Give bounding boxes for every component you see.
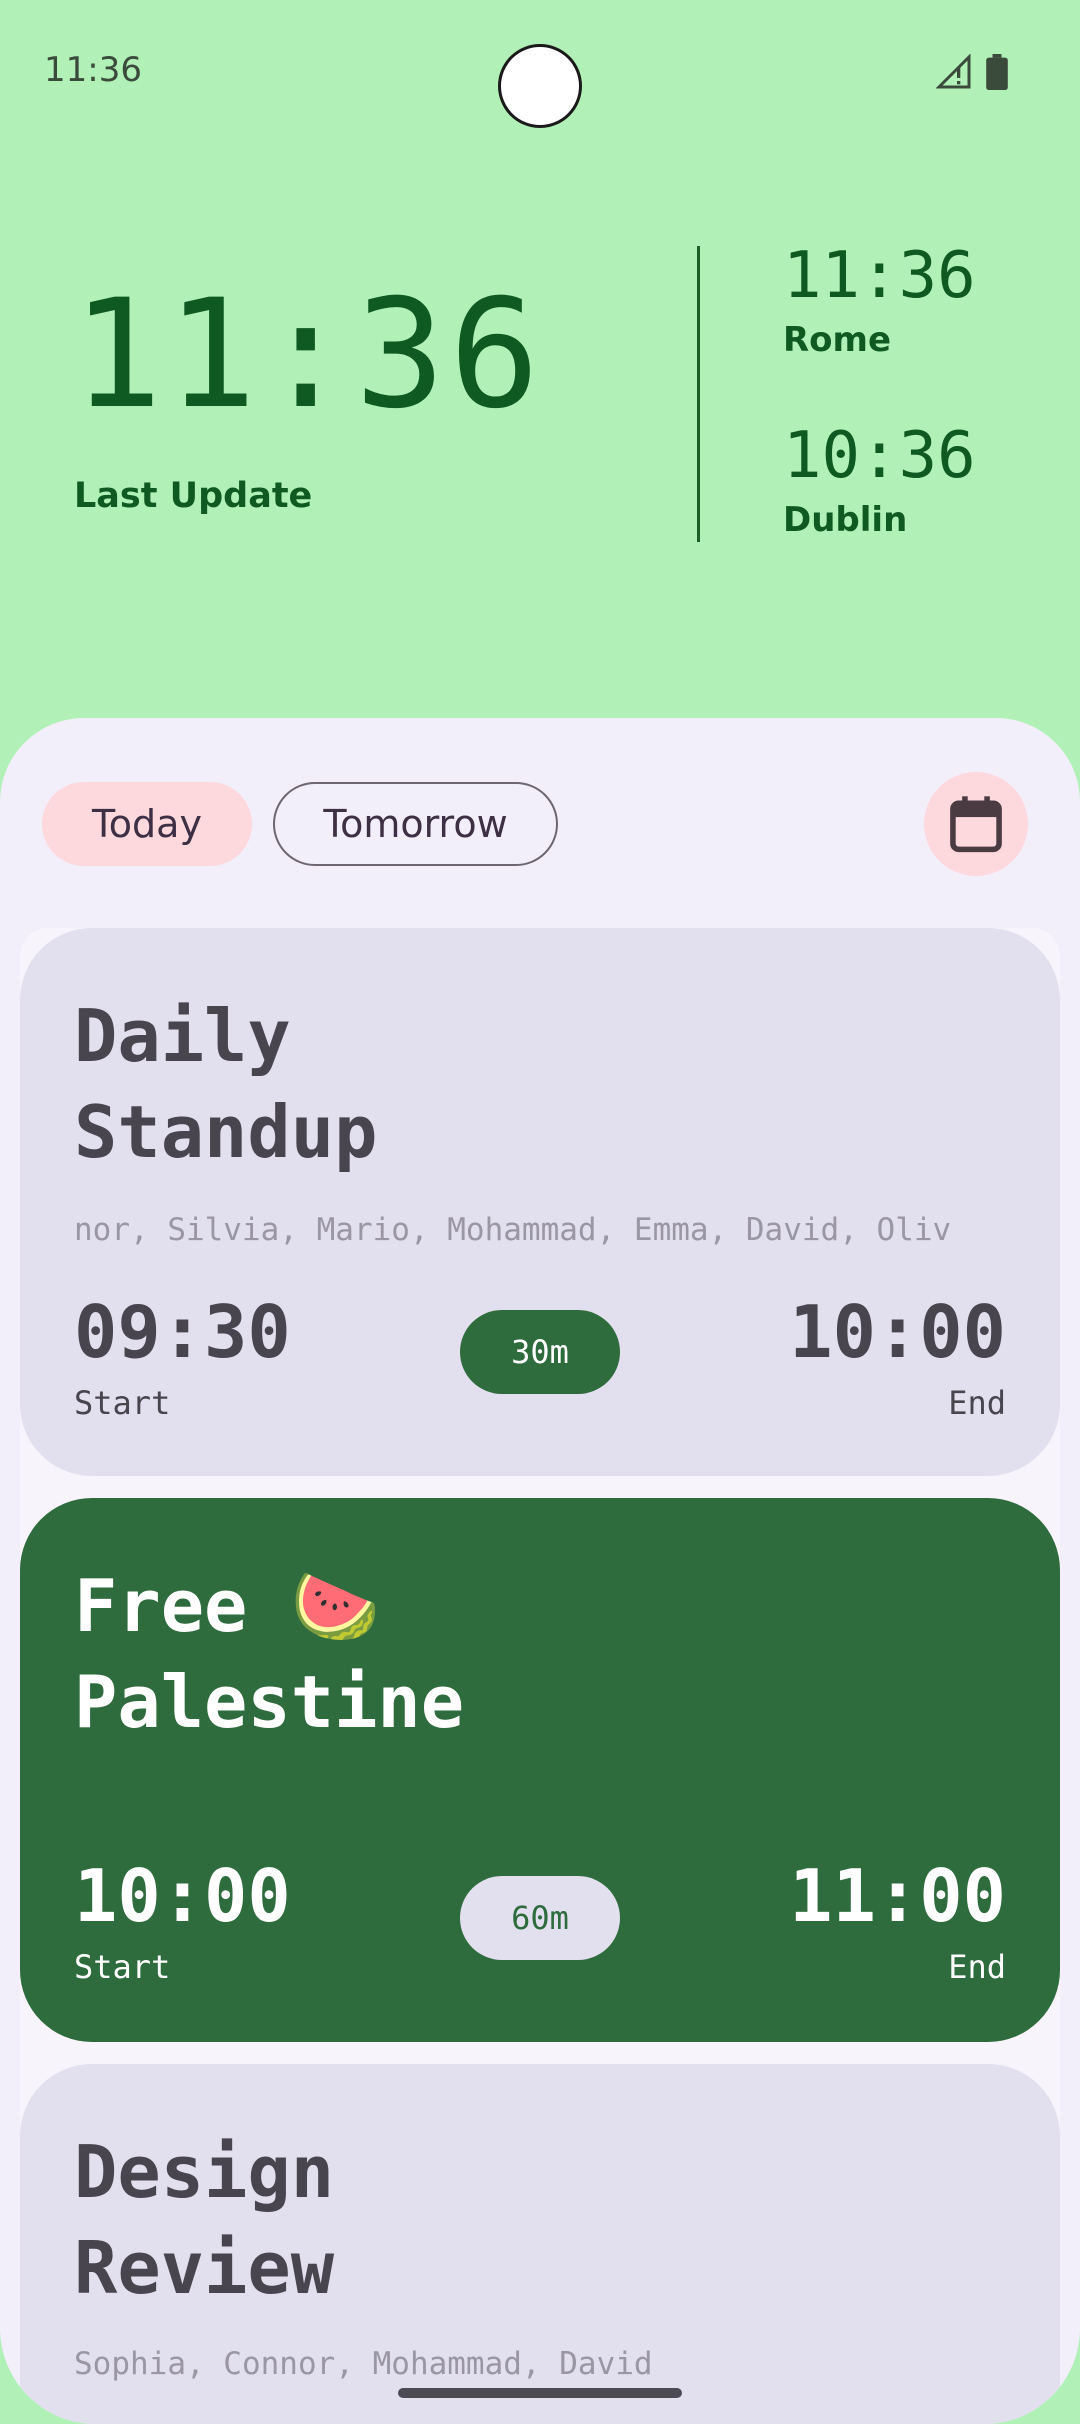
clock-divider: [697, 246, 700, 542]
meeting-title: Daily Standup: [74, 988, 377, 1180]
start-time: 09:30: [74, 1290, 291, 1374]
zone-time: 11:36: [783, 239, 976, 313]
title-line: Daily: [74, 994, 291, 1078]
zone-city: Rome: [783, 320, 892, 360]
camera-cutout: [498, 44, 582, 128]
meeting-card-design-review[interactable]: Design Review Sophia, Connor, Mohammad, …: [20, 2064, 1060, 2424]
home-indicator[interactable]: [398, 2388, 682, 2398]
duration-badge: 60m: [460, 1876, 620, 1960]
zone-time: 10:36: [783, 419, 976, 493]
zone-rome: 11:36 Rome: [783, 244, 976, 360]
filter-today-chip[interactable]: Today: [42, 782, 252, 866]
calendar-button[interactable]: [924, 772, 1028, 876]
attendees-list: Sophia, Connor, Mohammad, David: [74, 2346, 653, 2382]
title-line: Review: [74, 2226, 335, 2310]
title-line: Free 🍉: [74, 1564, 381, 1648]
start-label: Start: [74, 1948, 171, 1986]
meeting-title: Free 🍉 Palestine: [74, 1558, 464, 1750]
start-time: 10:00: [74, 1854, 291, 1938]
signal-icon: [936, 54, 971, 89]
end-label: End: [948, 1948, 1006, 1986]
end-label: End: [948, 1384, 1006, 1422]
attendees-list: nor, Silvia, Mario, Mohammad, Emma, Davi…: [74, 1212, 952, 1248]
calendar-icon: [950, 796, 1002, 853]
status-time: 11:36: [44, 50, 142, 90]
end-time: 11:00: [789, 1854, 1006, 1938]
local-clock: 11:36: [72, 268, 544, 442]
zone-city: Dublin: [783, 500, 908, 540]
battery-icon: [986, 54, 1008, 90]
start-label: Start: [74, 1384, 171, 1422]
title-line: Standup: [74, 1090, 378, 1174]
status-icons: [936, 54, 1008, 90]
meeting-card-daily-standup[interactable]: Daily Standup nor, Silvia, Mario, Mohamm…: [20, 928, 1060, 1476]
screen: 11:36 11:36 Last Update 11:36 Rome 10:36…: [0, 0, 1080, 2424]
duration-badge: 30m: [460, 1310, 620, 1394]
meeting-title: Design Review: [74, 2124, 334, 2316]
title-line: Design: [74, 2130, 335, 2214]
title-line: Palestine: [74, 1660, 465, 1744]
zone-dublin: 10:36 Dublin: [783, 424, 976, 540]
meeting-card-free-palestine[interactable]: Free 🍉 Palestine 10:00 Start 60m 11:00 E…: [20, 1498, 1060, 2042]
end-time: 10:00: [789, 1290, 1006, 1374]
filter-tomorrow-chip[interactable]: Tomorrow: [273, 782, 558, 866]
last-update-label: Last Update: [74, 476, 313, 516]
